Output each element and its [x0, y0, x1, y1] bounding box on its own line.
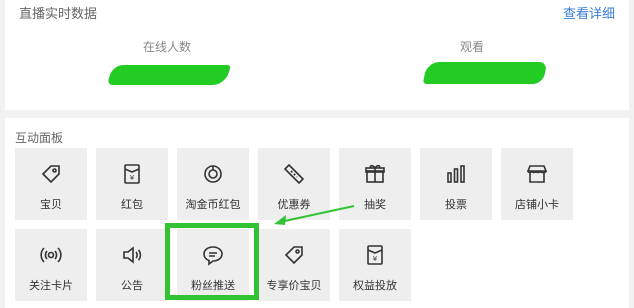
broadcast-icon [37, 243, 65, 267]
tile-vote[interactable]: 投票 [420, 148, 492, 220]
coin-envelope-icon [199, 162, 227, 186]
panel-title: 互动面板 [15, 131, 64, 145]
tile-hongbao[interactable]: ¥ 红包 [96, 148, 168, 220]
speaker-icon [118, 243, 146, 267]
tile-label: 宝贝 [40, 198, 62, 211]
online-count-redaction [106, 65, 232, 85]
red-envelope-icon: ¥ [118, 162, 146, 186]
tile-label: 公告 [121, 279, 143, 292]
store-icon [523, 162, 551, 186]
fan-push-highlight-box [165, 223, 259, 300]
tile-label: 专享价宝贝 [266, 279, 322, 292]
tag-icon [37, 162, 65, 186]
live-data-card: 直播实时数据 查看详细 在线人数 观看 [5, 0, 629, 110]
coupon-icon [280, 162, 308, 186]
annotation-arrow-icon [274, 205, 355, 225]
view-details-link[interactable]: 查看详细 [563, 3, 615, 22]
gift-icon [361, 162, 389, 186]
tile-store-card[interactable]: 店铺小卡 [501, 148, 573, 220]
tile-baobei[interactable]: 宝贝 [15, 148, 87, 220]
tile-label: 投票 [445, 198, 467, 211]
rights-envelope-icon: ¥ [361, 243, 389, 267]
tile-label: 关注卡片 [29, 279, 73, 292]
tile-exclusive-price[interactable]: 专享价宝贝 [258, 229, 330, 301]
tile-label: 红包 [121, 198, 143, 211]
tile-follow-card[interactable]: 关注卡片 [15, 229, 87, 301]
svg-text:¥: ¥ [373, 255, 378, 263]
tile-rights-delivery[interactable]: ¥ 权益投放 [339, 229, 411, 301]
live-data-title: 直播实时数据 [19, 7, 98, 22]
tile-label: 抽奖 [364, 198, 386, 211]
svg-text:¥: ¥ [130, 174, 135, 182]
bar-chart-icon [442, 162, 470, 186]
watch-count-label: 观看 [459, 40, 485, 54]
tile-label: 淘金币红包 [185, 198, 241, 211]
price-tag-icon [280, 243, 308, 267]
watch-count-redaction [422, 62, 548, 84]
tile-label: 权益投放 [353, 279, 397, 292]
tile-label: 店铺小卡 [515, 198, 559, 211]
online-count-label: 在线人数 [142, 40, 192, 54]
tile-announcement[interactable]: 公告 [96, 229, 168, 301]
tile-taojinbi-hongbao[interactable]: 淘金币红包 [177, 148, 249, 220]
